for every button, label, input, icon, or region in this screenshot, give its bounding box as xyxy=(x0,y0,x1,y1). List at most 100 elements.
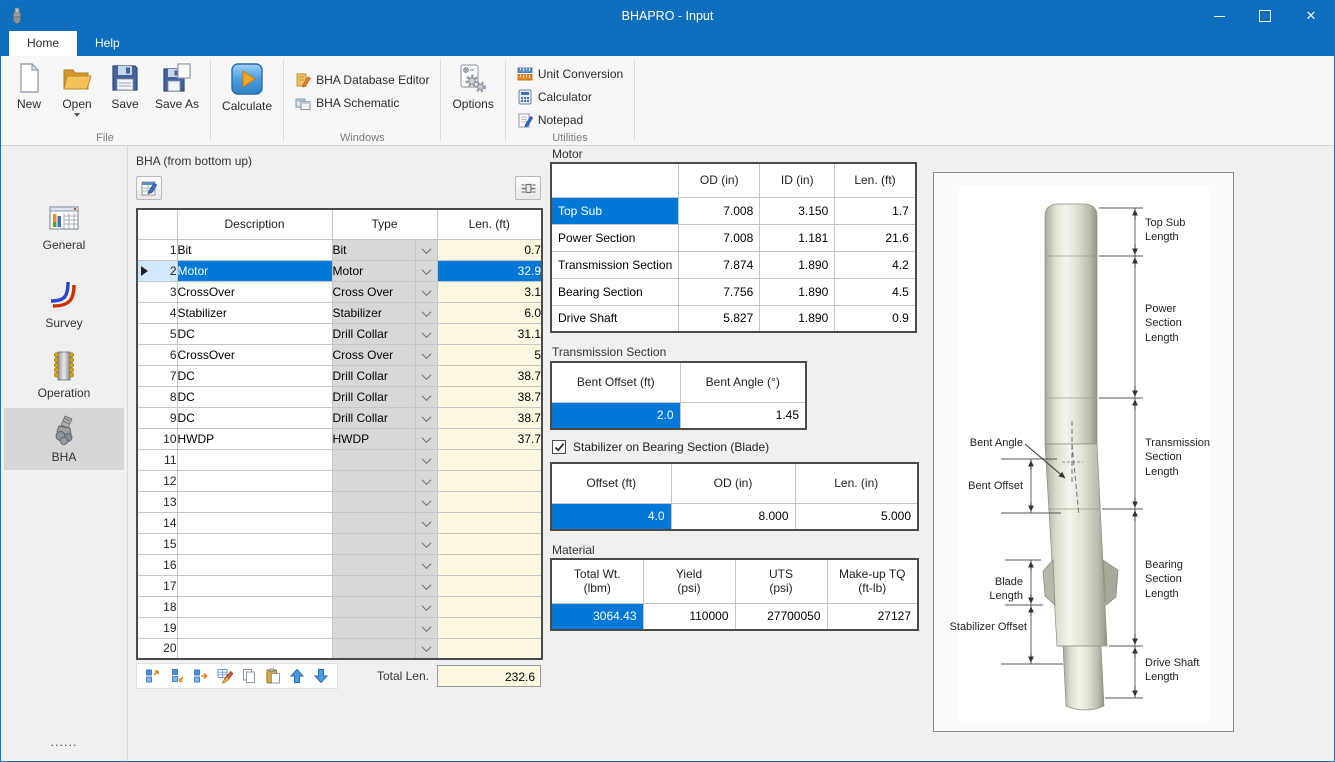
type-dropdown-button[interactable] xyxy=(414,364,438,387)
motor-id-cell[interactable]: 1.890 xyxy=(759,304,836,333)
bha-database-lookup-button[interactable] xyxy=(136,176,162,200)
type-cell[interactable]: Motor xyxy=(331,259,416,282)
length-cell[interactable] xyxy=(436,448,543,471)
length-cell[interactable]: 38.7 xyxy=(436,385,543,408)
type-cell[interactable] xyxy=(331,490,416,513)
row-number-cell[interactable]: 6 xyxy=(136,343,178,366)
material-makeup-tq-value[interactable]: 27127 xyxy=(826,602,919,631)
description-cell[interactable] xyxy=(176,469,333,492)
row-number-cell[interactable]: 2 xyxy=(136,259,178,282)
options-button[interactable]: Options xyxy=(446,58,499,113)
length-cell[interactable]: 31.1 xyxy=(436,322,543,345)
row-number-cell[interactable]: 1 xyxy=(136,238,178,261)
description-cell[interactable] xyxy=(176,511,333,534)
type-dropdown-button[interactable] xyxy=(414,427,438,450)
motor-id-cell[interactable]: 1.890 xyxy=(759,277,836,306)
description-cell[interactable] xyxy=(176,490,333,513)
motor-section-name-cell[interactable]: Power Section xyxy=(550,223,680,252)
length-cell[interactable]: 37.7 xyxy=(436,427,543,450)
type-dropdown-button[interactable] xyxy=(414,595,438,618)
motor-section-name-cell[interactable]: Top Sub xyxy=(550,196,680,225)
notepad-button[interactable]: Notepad xyxy=(511,108,629,131)
type-dropdown-button[interactable] xyxy=(414,511,438,534)
sidebar-resize-dots[interactable]: ...... xyxy=(1,738,128,748)
motor-section-name-cell[interactable]: Bearing Section xyxy=(550,277,680,306)
type-dropdown-button[interactable] xyxy=(414,553,438,576)
motor-od-cell[interactable]: 7.008 xyxy=(678,196,761,225)
description-cell[interactable]: CrossOver xyxy=(176,343,333,366)
row-number-cell[interactable]: 10 xyxy=(136,427,178,450)
bent-offset-value[interactable]: 2.0 xyxy=(550,401,681,430)
length-cell[interactable]: 32.9 xyxy=(436,259,543,282)
material-total-wt-value[interactable]: 3064.43 xyxy=(550,602,644,631)
description-cell[interactable] xyxy=(176,595,333,618)
description-cell[interactable]: Motor xyxy=(176,259,333,282)
motor-len-cell[interactable]: 4.5 xyxy=(834,277,917,306)
type-cell[interactable] xyxy=(331,532,416,555)
sidebar-item-bha[interactable]: BHA xyxy=(4,408,124,470)
maximize-button[interactable] xyxy=(1242,1,1288,31)
motor-len-cell[interactable]: 4.2 xyxy=(834,250,917,279)
type-cell[interactable] xyxy=(331,595,416,618)
row-number-cell[interactable]: 7 xyxy=(136,364,178,387)
total-length-value[interactable]: 232.6 xyxy=(437,665,541,687)
row-number-cell[interactable]: 20 xyxy=(136,637,178,660)
type-dropdown-button[interactable] xyxy=(414,259,438,282)
description-cell[interactable] xyxy=(176,553,333,576)
paste-button[interactable] xyxy=(261,665,285,687)
row-number-cell[interactable]: 18 xyxy=(136,595,178,618)
motor-section-name-cell[interactable]: Transmission Section xyxy=(550,250,680,279)
length-cell[interactable] xyxy=(436,490,543,513)
row-number-cell[interactable]: 4 xyxy=(136,301,178,324)
save-as-button[interactable]: Save As xyxy=(149,58,205,113)
sidebar-item-survey[interactable]: Survey xyxy=(4,274,124,336)
type-dropdown-button[interactable] xyxy=(414,616,438,639)
description-cell[interactable] xyxy=(176,574,333,597)
motor-id-cell[interactable]: 1.181 xyxy=(759,223,836,252)
type-dropdown-button[interactable] xyxy=(414,322,438,345)
type-dropdown-button[interactable] xyxy=(414,469,438,492)
bha-database-editor-button[interactable]: BHA Database Editor xyxy=(289,68,435,91)
description-cell[interactable] xyxy=(176,616,333,639)
type-dropdown-button[interactable] xyxy=(414,490,438,513)
stab-len-value[interactable]: 5.000 xyxy=(794,502,919,531)
length-cell[interactable] xyxy=(436,469,543,492)
type-dropdown-button[interactable] xyxy=(414,343,438,366)
type-cell[interactable] xyxy=(331,574,416,597)
insert-row-below-button[interactable] xyxy=(165,665,189,687)
length-cell[interactable]: 6.0 xyxy=(436,301,543,324)
description-cell[interactable] xyxy=(176,532,333,555)
type-cell[interactable]: HWDP xyxy=(331,427,416,450)
length-cell[interactable]: 3.1 xyxy=(436,280,543,303)
description-cell[interactable]: HWDP xyxy=(176,427,333,450)
row-number-cell[interactable]: 11 xyxy=(136,448,178,471)
description-cell[interactable] xyxy=(176,637,333,660)
motor-od-cell[interactable]: 7.756 xyxy=(678,277,761,306)
description-cell[interactable] xyxy=(176,448,333,471)
delete-row-button[interactable] xyxy=(189,665,213,687)
type-dropdown-button[interactable] xyxy=(414,406,438,429)
motor-len-cell[interactable]: 1.7 xyxy=(834,196,917,225)
stab-offset-value[interactable]: 4.0 xyxy=(550,502,672,531)
type-cell[interactable] xyxy=(331,553,416,576)
description-cell[interactable]: Bit xyxy=(176,238,333,261)
row-number-cell[interactable]: 17 xyxy=(136,574,178,597)
tab-home[interactable]: Home xyxy=(9,31,78,56)
type-cell[interactable]: Cross Over xyxy=(331,343,416,366)
length-cell[interactable] xyxy=(436,574,543,597)
length-cell[interactable] xyxy=(436,553,543,576)
minimize-button[interactable] xyxy=(1196,1,1242,31)
row-number-cell[interactable]: 12 xyxy=(136,469,178,492)
row-number-cell[interactable]: 5 xyxy=(136,322,178,345)
type-dropdown-button[interactable] xyxy=(414,280,438,303)
motor-od-cell[interactable]: 7.874 xyxy=(678,250,761,279)
type-cell[interactable]: Drill Collar xyxy=(331,364,416,387)
row-number-cell[interactable]: 15 xyxy=(136,532,178,555)
calculate-button[interactable]: Calculate xyxy=(216,58,278,115)
copy-button[interactable] xyxy=(237,665,261,687)
calculator-button[interactable]: Calculator xyxy=(511,85,629,108)
type-cell[interactable]: Stabilizer xyxy=(331,301,416,324)
row-number-cell[interactable]: 13 xyxy=(136,490,178,513)
length-cell[interactable]: 38.7 xyxy=(436,364,543,387)
description-cell[interactable]: DC xyxy=(176,385,333,408)
